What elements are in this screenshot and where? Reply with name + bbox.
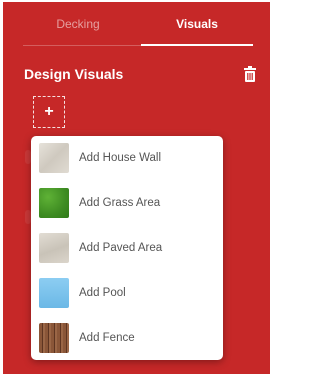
- tab-decking[interactable]: Decking: [23, 2, 133, 46]
- paving-thumbnail: [39, 233, 69, 263]
- menu-item-add-pool[interactable]: Add Pool: [31, 271, 223, 315]
- menu-item-label: Add House Wall: [79, 152, 162, 164]
- add-visual-menu: Add House Wall Add Grass Area Add Paved …: [31, 136, 223, 360]
- menu-item-label: Add Fence: [79, 332, 135, 344]
- tab-visuals[interactable]: Visuals: [141, 2, 253, 46]
- active-tab-indicator: [141, 44, 253, 46]
- menu-item-add-fence[interactable]: Add Fence: [31, 316, 223, 360]
- pool-thumbnail: [39, 278, 69, 308]
- house-wall-thumbnail: [39, 143, 69, 173]
- menu-item-add-grass-area[interactable]: Add Grass Area: [31, 181, 223, 225]
- section-title: Design Visuals: [24, 66, 124, 82]
- menu-item-label: Add Pool: [79, 287, 126, 299]
- menu-item-label: Add Paved Area: [79, 242, 163, 254]
- visuals-panel: Decking Visuals Design Visuals + Add Hou…: [3, 2, 270, 374]
- menu-item-add-house-wall[interactable]: Add House Wall: [31, 136, 223, 180]
- menu-item-add-paved-area[interactable]: Add Paved Area: [31, 226, 223, 270]
- menu-item-label: Add Grass Area: [79, 197, 161, 209]
- fence-thumbnail: [39, 323, 69, 353]
- tab-bar: Decking Visuals: [3, 2, 270, 46]
- add-visual-button[interactable]: +: [33, 96, 65, 128]
- trash-icon[interactable]: [244, 66, 256, 82]
- grass-thumbnail: [39, 188, 69, 218]
- plus-icon: +: [44, 103, 54, 120]
